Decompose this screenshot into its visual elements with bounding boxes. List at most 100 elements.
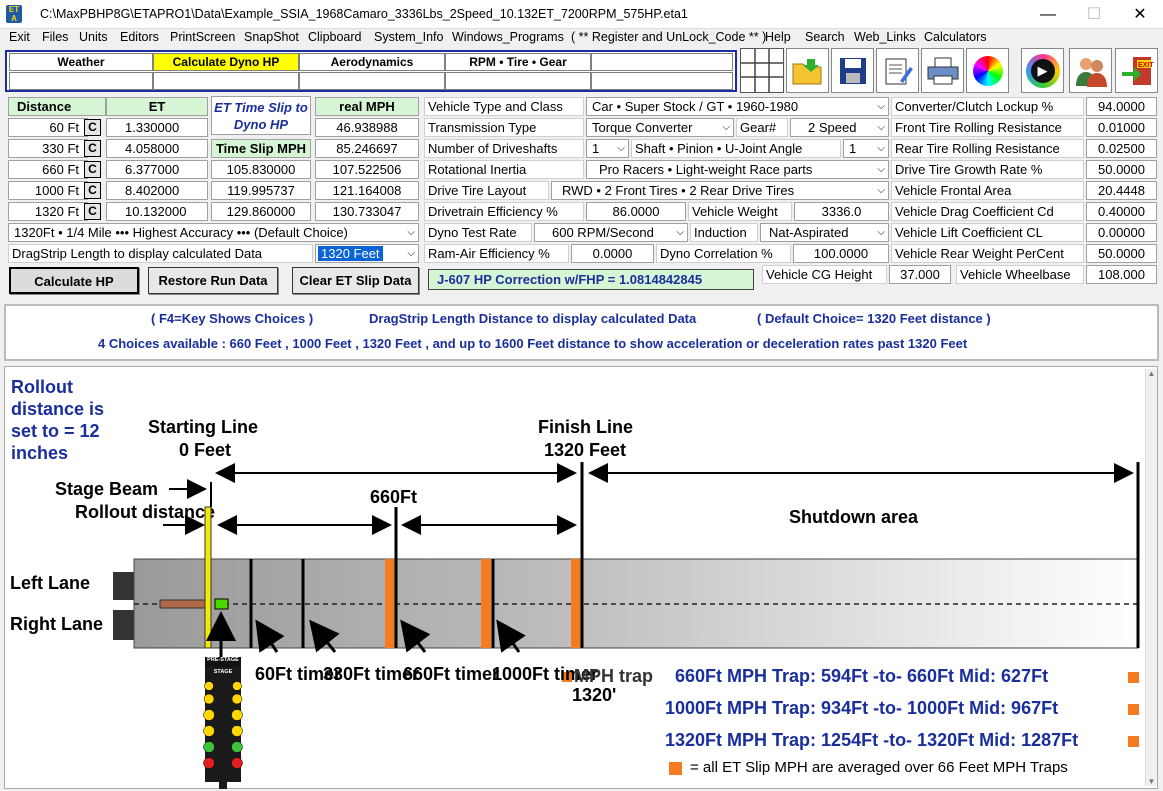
transmission-type-label: Transmission Type	[424, 118, 584, 137]
menu-editors[interactable]: Editors	[120, 29, 159, 48]
users-icon[interactable]	[1069, 48, 1112, 93]
grid-icon[interactable]	[740, 48, 784, 93]
rotational-inertia-select[interactable]: Pro Racers • Light-weight Race parts ⌵	[586, 160, 889, 179]
vertical-scrollbar[interactable]: ▲ ▼	[1145, 369, 1157, 786]
row-660-et[interactable]: 6.377000	[106, 160, 208, 179]
tab-row2-2[interactable]	[153, 72, 299, 90]
transmission-type-select[interactable]: Torque Converter ⌵	[586, 118, 734, 137]
row-1320-slip-mph[interactable]: 129.860000	[211, 202, 311, 221]
info-panel: ( F4=Key Shows Choices ) DragStrip Lengt…	[4, 304, 1159, 361]
tab-calculate-dyno-hp[interactable]: Calculate Dyno HP	[153, 53, 299, 71]
row-660-slip-mph[interactable]: 105.830000	[211, 160, 311, 179]
rear-weight-percent-label: Vehicle Rear Weight PerCent	[891, 244, 1084, 263]
row-1000-et[interactable]: 8.402000	[106, 181, 208, 200]
frontal-area-label: Vehicle Frontal Area	[891, 181, 1084, 200]
menu-calculators[interactable]: Calculators	[924, 29, 987, 48]
menu-exit[interactable]: Exit	[9, 29, 30, 48]
row-330-et[interactable]: 4.058000	[106, 139, 208, 158]
vehicle-type-select[interactable]: Car • Super Stock / GT • 1960-1980 ⌵	[586, 97, 889, 116]
tab-row2-1[interactable]	[9, 72, 153, 90]
converter-lockup-label: Converter/Clutch Lockup %	[891, 97, 1084, 116]
rear-tire-rolling-input[interactable]: 0.02500	[1086, 139, 1157, 158]
frontal-area-input[interactable]: 20.4448	[1086, 181, 1157, 200]
ujoint-angle-select[interactable]: 1 ⌵	[843, 139, 889, 158]
chevron-down-icon: ⌵	[676, 227, 684, 238]
ujoint-angle-value: 1	[849, 141, 857, 156]
lift-coefficient-input[interactable]: 0.00000	[1086, 223, 1157, 242]
trap-1000-marker	[1128, 704, 1139, 715]
front-tire-rolling-input[interactable]: 0.01000	[1086, 118, 1157, 137]
induction-select[interactable]: Nat-Aspirated ⌵	[760, 223, 889, 242]
converter-lockup-input[interactable]: 94.0000	[1086, 97, 1157, 116]
accuracy-select[interactable]: 1320Ft • 1/4 Mile ••• Highest Accuracy •…	[8, 223, 419, 242]
tab-row2-4[interactable]	[445, 72, 591, 90]
maximize-button[interactable]: ☐	[1071, 0, 1117, 29]
menu-web-links[interactable]: Web_Links	[854, 29, 916, 48]
menu-files[interactable]: Files	[42, 29, 68, 48]
media-play-icon[interactable]: ▶	[1021, 48, 1064, 93]
dyno-correlation-input[interactable]: 100.0000	[793, 244, 889, 263]
rear-weight-percent-input[interactable]: 50.0000	[1086, 244, 1157, 263]
vehicle-weight-input[interactable]: 3336.0	[794, 202, 889, 221]
drive-tire-growth-label: Drive Tire Growth Rate %	[891, 160, 1084, 179]
ram-air-efficiency-input[interactable]: 0.0000	[571, 244, 654, 263]
menu-clipboard[interactable]: Clipboard	[308, 29, 362, 48]
vehicle-wheelbase-input[interactable]: 108.000	[1086, 265, 1157, 284]
drivetrain-efficiency-input[interactable]: 86.0000	[586, 202, 686, 221]
row-330-real-mph: 85.246697	[315, 139, 419, 158]
front-tire-rolling-label: Front Tire Rolling Resistance	[891, 118, 1084, 137]
rotational-inertia-label: Rotational Inertia	[424, 160, 584, 179]
info-dragstrip-title: DragStrip Length Distance to display cal…	[369, 311, 697, 326]
exit-door-icon[interactable]: EXIT	[1115, 48, 1158, 93]
driveshafts-select[interactable]: 1 ⌵	[586, 139, 629, 158]
vehicle-cg-height-input[interactable]: 37.000	[889, 265, 951, 284]
calculate-hp-button[interactable]: Calculate HP	[9, 267, 139, 294]
menu-printscreen[interactable]: PrintScreen	[170, 29, 235, 48]
restore-run-data-button[interactable]: Restore Run Data	[148, 267, 278, 294]
info-f4-hint: ( F4=Key Shows Choices )	[151, 311, 314, 326]
row-1320-et[interactable]: 10.132000	[106, 202, 208, 221]
row-60-et[interactable]: 1.330000	[106, 118, 208, 137]
track-drawing	[113, 462, 1140, 789]
row-330-distance: 330 Ft	[8, 139, 88, 158]
row-60-c-button[interactable]: C	[84, 119, 101, 136]
tab-rpm-tire-gear[interactable]: RPM • Tire • Gear	[445, 53, 591, 71]
row-1000-slip-mph[interactable]: 119.995737	[211, 181, 311, 200]
printer-icon[interactable]	[921, 48, 964, 93]
menu-search[interactable]: Search	[805, 29, 845, 48]
save-disk-icon[interactable]	[831, 48, 874, 93]
menu-help[interactable]: Help	[765, 29, 791, 48]
menu-units[interactable]: Units	[79, 29, 107, 48]
row-660-c-button[interactable]: C	[84, 161, 101, 178]
clear-et-slip-data-button[interactable]: Clear ET Slip Data	[292, 267, 419, 294]
menu-windows-programs[interactable]: Windows_Programs	[452, 29, 564, 48]
row-60-distance: 60 Ft	[8, 118, 88, 137]
menu-system-info[interactable]: System_Info	[374, 29, 443, 48]
drive-tire-layout-select[interactable]: RWD • 2 Front Tires • 2 Rear Drive Tires…	[551, 181, 889, 200]
row-1320-c-button[interactable]: C	[84, 203, 101, 220]
tab-row2-5[interactable]	[591, 72, 733, 90]
notepad-edit-icon[interactable]	[876, 48, 919, 93]
j607-correction-readout: J-607 HP Correction w/FHP = 1.0814842845	[428, 269, 754, 290]
vehicle-weight-label: Vehicle Weight	[688, 202, 792, 221]
minimize-button[interactable]: —	[1025, 0, 1071, 29]
dragstrip-length-select[interactable]: 1320 Feet ⌵	[315, 244, 419, 263]
row-330-c-button[interactable]: C	[84, 140, 101, 157]
gear-select[interactable]: 2 Speed ⌵	[790, 118, 889, 137]
tab-aerodynamics[interactable]: Aerodynamics	[299, 53, 445, 71]
ujoint-angle-label: Shaft • Pinion • U-Joint Angle	[631, 139, 841, 158]
color-wheel-icon[interactable]	[966, 48, 1009, 93]
drag-coefficient-input[interactable]: 0.40000	[1086, 202, 1157, 221]
trap-660-marker	[1128, 672, 1139, 683]
row-1000-c-button[interactable]: C	[84, 182, 101, 199]
close-button[interactable]: ✕	[1117, 0, 1163, 29]
menu-snapshot[interactable]: SnapShot	[244, 29, 299, 48]
tab-strip: Weather Calculate Dyno HP Aerodynamics R…	[5, 50, 737, 92]
menu-register[interactable]: ( ** Register and UnLock_Code ** )	[571, 29, 766, 48]
open-folder-icon[interactable]	[786, 48, 829, 93]
tab-row2-3[interactable]	[299, 72, 445, 90]
dyno-test-rate-select[interactable]: 600 RPM/Second ⌵	[534, 223, 688, 242]
tab-weather[interactable]: Weather	[9, 53, 153, 71]
drive-tire-growth-input[interactable]: 50.0000	[1086, 160, 1157, 179]
tab-empty[interactable]	[591, 53, 733, 71]
